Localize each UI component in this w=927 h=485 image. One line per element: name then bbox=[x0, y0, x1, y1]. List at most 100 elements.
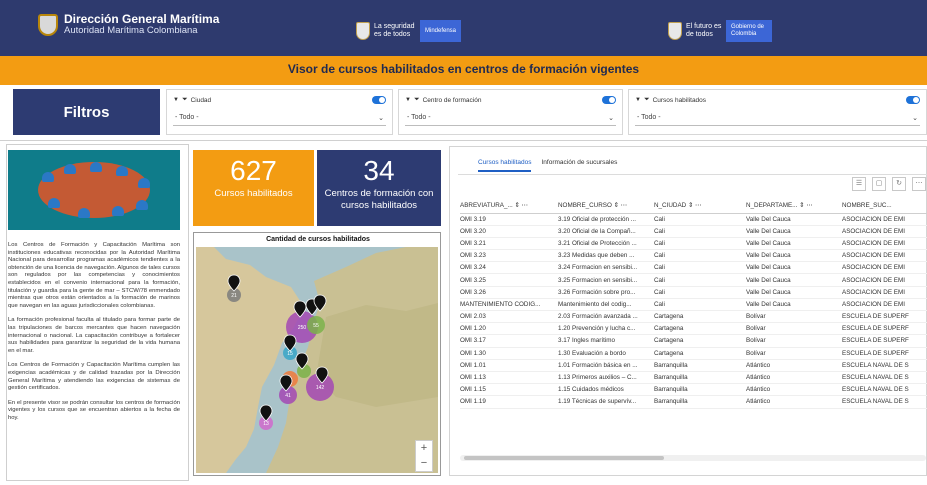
helmet-shape bbox=[136, 200, 148, 210]
zoom-control: + − bbox=[415, 440, 433, 472]
description-text: Los Centros de Formación y Capacitación … bbox=[8, 242, 180, 429]
table-cell: MANTENIMIENTO CODIG... bbox=[460, 298, 558, 312]
filter-toggle[interactable] bbox=[372, 96, 386, 104]
filter-cursos[interactable]: ▼ ⏷ Cursos habilitados - Todo - ⌄ bbox=[628, 89, 927, 135]
cluster-label: 15 bbox=[287, 351, 293, 357]
table-row[interactable]: OMI 3.24 3.24 Formacion en sensibi... Cali… bbox=[460, 261, 927, 275]
table-cell: Barranquilla bbox=[654, 395, 746, 409]
table-row[interactable]: OMI 3.21 3.21 Oficial de Protección ... Ca… bbox=[460, 237, 927, 251]
table-row[interactable]: OMI 1.19 1.19 Técnicas de supervív... Barr… bbox=[460, 395, 927, 409]
table-cell: Atlántico bbox=[746, 395, 842, 409]
select-value: - Todo - bbox=[175, 114, 199, 121]
horizontal-scrollbar[interactable] bbox=[460, 455, 926, 461]
table-panel: Cursos habilitados Información de sucurs… bbox=[449, 146, 927, 476]
table-cell: OMI 3.25 bbox=[460, 273, 558, 287]
table-row[interactable]: OMI 3.20 3.20 Oficial de la Compañ... Cali… bbox=[460, 225, 927, 238]
filter-header: ▼ ⏷ Cursos habilitados bbox=[635, 96, 706, 104]
filters-label: Filtros bbox=[13, 89, 160, 135]
table-row[interactable]: OMI 3.26 3.26 Formación sobre pro... Cali V… bbox=[460, 286, 927, 299]
table-row[interactable]: OMI 1.15 1.15 Cuidados médicos Barranquill… bbox=[460, 383, 927, 397]
logo1-text: La seguridad es de todos bbox=[374, 23, 415, 38]
table-cell: ASOCIACION DE EMI bbox=[842, 298, 927, 312]
table-cell: ASOCIACION DE EMI bbox=[842, 286, 927, 299]
table-cell: Cartagena bbox=[654, 347, 746, 360]
kpi-cursos-label: Cursos habilitados bbox=[214, 188, 293, 199]
tab-cursos-habilitados[interactable]: Cursos habilitados bbox=[478, 159, 532, 172]
table-cell: ESCUELA NAVAL DE S bbox=[842, 395, 927, 409]
chevron-down-icon[interactable]: ▼ bbox=[173, 97, 179, 103]
table-row[interactable]: OMI 3.19 3.19 Oficial de protección ... Ca… bbox=[460, 213, 927, 226]
table-cell: OMI 3.21 bbox=[460, 237, 558, 251]
table-cell: Barranquilla bbox=[654, 371, 746, 385]
table-cell: ESCUELA NAVAL DE S bbox=[842, 371, 927, 385]
courses-table: ABREVIATURA_... ⇕ ⋯ NOMBRE_CURSO ⇕ ⋯ N_C… bbox=[460, 199, 927, 409]
table-row[interactable]: OMI 3.25 3.25 Formacion en sensibi... Cali… bbox=[460, 273, 927, 287]
table-row[interactable]: OMI 3.23 3.23 Medidas que deben ... Cali Va… bbox=[460, 249, 927, 263]
table-cell: OMI 2.03 bbox=[460, 310, 558, 324]
table-row[interactable]: OMI 1.20 1.20 Prevención y lucha c... Cart… bbox=[460, 322, 927, 336]
table-cell: ASOCIACION DE EMI bbox=[842, 213, 927, 226]
table-tabs: Cursos habilitados Información de sucurs… bbox=[478, 159, 627, 172]
table-cell: OMI 1.01 bbox=[460, 359, 558, 372]
map-svg: 250 55 142 41 15 13 21 bbox=[196, 247, 438, 473]
filter-toggle[interactable] bbox=[602, 96, 616, 104]
table-row[interactable]: OMI 3.17 3.17 Ingles marítimo Cartagena Bol… bbox=[460, 334, 927, 348]
table-cell: 1.13 Primeros auxilios – C... bbox=[558, 371, 654, 385]
training-photo bbox=[8, 150, 180, 230]
select-icon[interactable]: ▢ bbox=[872, 177, 886, 191]
courses-map[interactable]: 250 55 142 41 15 13 21 + − bbox=[196, 247, 438, 473]
logo1-box: Mindefensa bbox=[420, 20, 462, 42]
cluster-label: 21 bbox=[231, 293, 237, 299]
cursos-select[interactable]: - Todo - ⌄ bbox=[635, 110, 920, 126]
table-cell: Valle Del Cauca bbox=[746, 286, 842, 299]
table-cell: Cali bbox=[654, 213, 746, 226]
column-header[interactable]: N_CIUDAD ⇕ ⋯ bbox=[654, 199, 746, 214]
mindefensa-logo: La seguridad es de todos Mindefensa bbox=[356, 20, 462, 42]
zoom-out-button[interactable]: − bbox=[416, 456, 432, 471]
filter-ciudad[interactable]: ▼ ⏷ Ciudad - Todo - ⌄ bbox=[166, 89, 393, 135]
table-row[interactable]: MANTENIMIENTO CODIG... Mantenimiento del … bbox=[460, 298, 927, 312]
tab-informacion-sucursales[interactable]: Información de sucursales bbox=[541, 159, 617, 172]
brand-subtitle: Autoridad Marítima Colombiana bbox=[64, 25, 198, 36]
table-cell: 2.03 Formación avanzada ... bbox=[558, 310, 654, 324]
kpi-centros-value: 34 bbox=[363, 155, 395, 186]
chevron-down-icon[interactable]: ▼ bbox=[635, 97, 641, 103]
table-cell: 1.30 Evaluación a bordo bbox=[558, 347, 654, 360]
cluster-label: 142 bbox=[316, 385, 325, 391]
table-cell: ESCUELA DE SUPERF bbox=[842, 334, 927, 348]
table-row[interactable]: OMI 2.03 2.03 Formación avanzada ... Carta… bbox=[460, 310, 927, 324]
options-icon[interactable]: ⋯ bbox=[912, 177, 926, 191]
kpi-cursos: 627 Cursos habilitados bbox=[193, 150, 314, 226]
list-view-icon[interactable]: ☰ bbox=[852, 177, 866, 191]
table-cell: OMI 3.23 bbox=[460, 249, 558, 263]
table-cell: 3.21 Oficial de Protección ... bbox=[558, 237, 654, 251]
zoom-in-button[interactable]: + bbox=[416, 441, 432, 456]
table-row[interactable]: OMI 1.30 1.30 Evaluación a bordo Cartagena… bbox=[460, 347, 927, 360]
table-row[interactable]: OMI 1.01 1.01 Formación básica en ... Barr… bbox=[460, 359, 927, 372]
helmet-shape bbox=[138, 178, 150, 188]
table-cell: OMI 3.20 bbox=[460, 225, 558, 238]
table-cell: Cali bbox=[654, 286, 746, 299]
table-cell: Cartagena bbox=[654, 310, 746, 324]
column-header[interactable]: N_DEPARTAME... ⇕ ⋯ bbox=[746, 199, 842, 214]
column-header[interactable]: ABREVIATURA_... ⇕ ⋯ bbox=[460, 199, 558, 214]
cluster-label: 55 bbox=[313, 323, 319, 329]
filter-toggle[interactable] bbox=[906, 96, 920, 104]
filter-centro[interactable]: ▼ ⏷ Centro de formación - Todo - ⌄ bbox=[398, 89, 623, 135]
refresh-icon[interactable]: ↻ bbox=[892, 177, 906, 191]
column-header[interactable]: NOMBRE_CURSO ⇕ ⋯ bbox=[558, 199, 654, 214]
ciudad-select[interactable]: - Todo - ⌄ bbox=[173, 110, 386, 126]
table-cell: Cartagena bbox=[654, 334, 746, 348]
table-row[interactable]: OMI 1.13 1.13 Primeros auxilios – C... Bar… bbox=[460, 371, 927, 385]
table-cell: ESCUELA NAVAL DE S bbox=[842, 359, 927, 372]
table-cell: 3.24 Formacion en sensibi... bbox=[558, 261, 654, 275]
column-header[interactable]: NOMBRE_SUC... bbox=[842, 199, 927, 214]
section-divider bbox=[0, 140, 927, 141]
table-cell: 1.01 Formación básica en ... bbox=[558, 359, 654, 372]
description-paragraph: Los Centros de Formación y Capacitación … bbox=[8, 362, 180, 392]
table-cell: Valle Del Cauca bbox=[746, 213, 842, 226]
helmet-shape bbox=[90, 162, 102, 172]
centro-select[interactable]: - Todo - ⌄ bbox=[405, 110, 616, 126]
chevron-down-icon[interactable]: ▼ bbox=[405, 97, 411, 103]
kpi-centros-label: Centros de formación con cursos habilita… bbox=[324, 188, 434, 211]
